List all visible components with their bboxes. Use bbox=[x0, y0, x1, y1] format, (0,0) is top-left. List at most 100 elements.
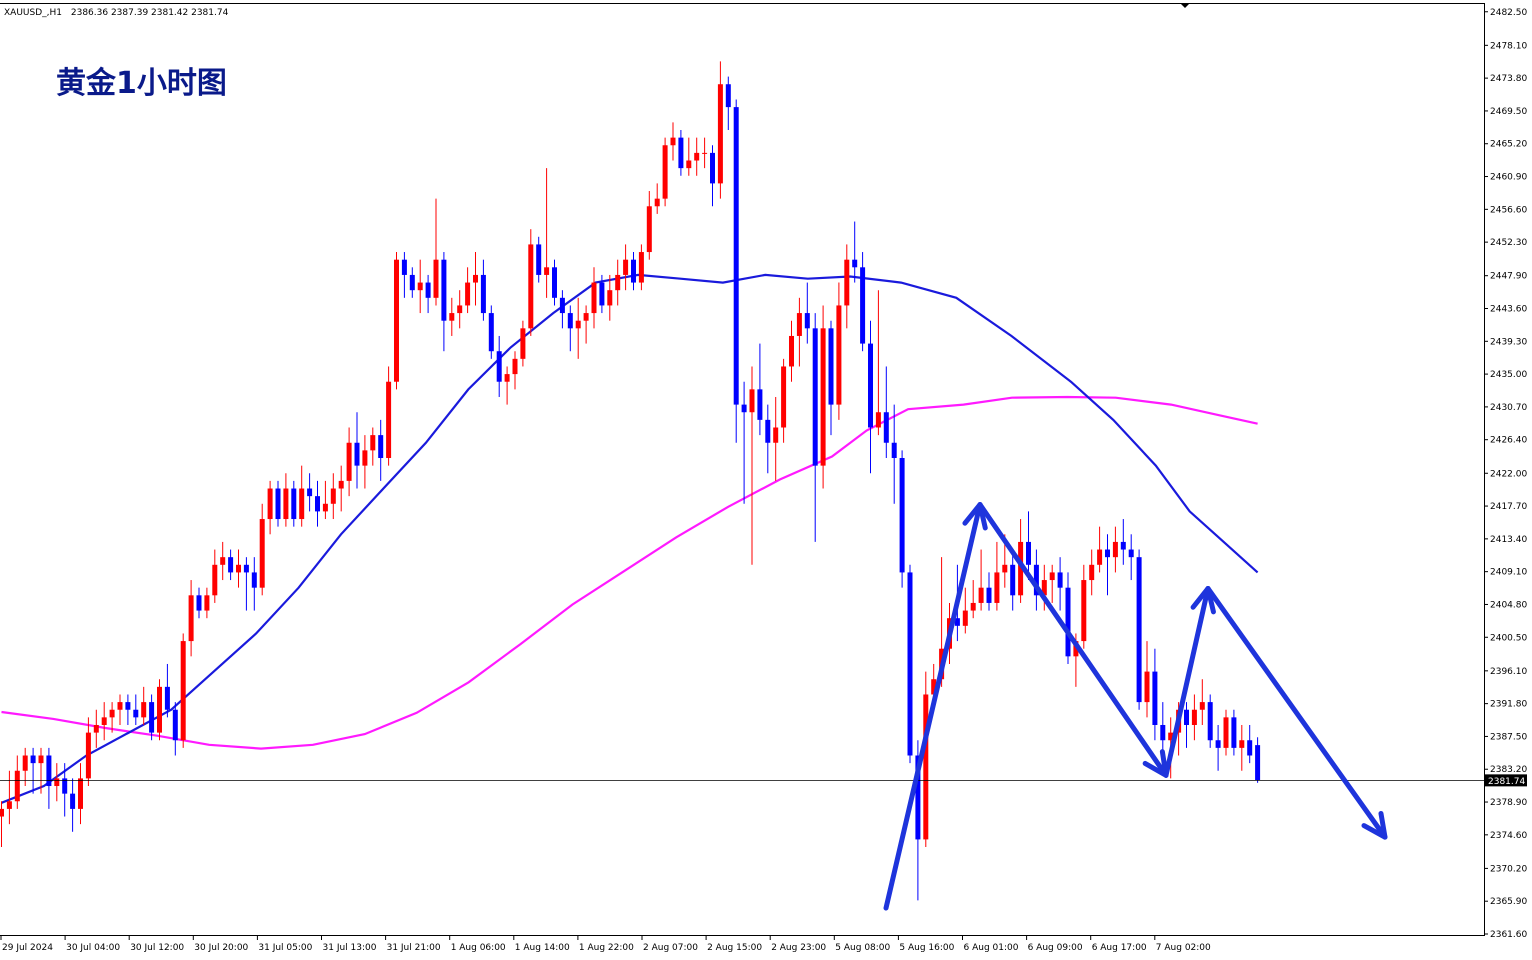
x-tick-label: 2 Aug 07:00 bbox=[643, 943, 698, 953]
x-tick-label: 30 Jul 04:00 bbox=[66, 943, 120, 953]
candle-body bbox=[212, 564, 218, 596]
candle-body bbox=[654, 198, 660, 207]
candle-body bbox=[646, 206, 652, 253]
candle-body bbox=[46, 755, 52, 787]
y-tick-label: 2435.00 bbox=[1490, 370, 1527, 380]
y-tick-label: 2396.10 bbox=[1490, 667, 1527, 677]
candle-body bbox=[1199, 702, 1205, 710]
y-tick-label: 2482.50 bbox=[1490, 8, 1527, 18]
candle-body bbox=[836, 305, 842, 405]
candle-body bbox=[1081, 580, 1087, 642]
candle-body bbox=[425, 282, 431, 298]
candle-body bbox=[994, 572, 1000, 603]
candle-body bbox=[283, 488, 289, 520]
candle-body bbox=[85, 732, 91, 779]
y-tick-label: 2473.80 bbox=[1490, 74, 1527, 84]
candle-body bbox=[615, 274, 621, 291]
y-tick-label: 2430.70 bbox=[1490, 403, 1527, 413]
candle-body bbox=[386, 381, 392, 459]
candle-body bbox=[141, 702, 147, 718]
candle-body bbox=[188, 595, 194, 642]
y-tick-label: 2413.40 bbox=[1490, 535, 1527, 545]
y-tick-label: 2460.90 bbox=[1490, 173, 1527, 183]
y-tick-label: 2443.60 bbox=[1490, 304, 1527, 314]
candle-body bbox=[1152, 671, 1158, 725]
candle bbox=[488, 305, 494, 359]
candle-body bbox=[480, 274, 486, 314]
y-tick-label: 2452.30 bbox=[1490, 238, 1527, 248]
x-tick-label: 30 Jul 12:00 bbox=[130, 943, 184, 953]
candle-body bbox=[733, 107, 739, 405]
candle-body bbox=[251, 572, 257, 588]
candle-body bbox=[1184, 709, 1189, 725]
candle-body bbox=[409, 274, 415, 291]
candle-body bbox=[512, 358, 518, 375]
candle-body bbox=[591, 282, 597, 314]
candle-body bbox=[204, 595, 210, 611]
x-tick-label: 2 Aug 15:00 bbox=[707, 943, 762, 953]
candle-body bbox=[623, 259, 629, 275]
candle-body bbox=[299, 488, 305, 520]
candle-body bbox=[1010, 564, 1016, 596]
candle-body bbox=[465, 282, 471, 306]
candle-body bbox=[1231, 717, 1237, 748]
candle-body bbox=[1097, 549, 1103, 565]
candle-body bbox=[133, 709, 139, 718]
candle-body bbox=[117, 702, 123, 710]
chart-title: 黄金1小时图 bbox=[56, 66, 227, 101]
candle-body bbox=[243, 564, 249, 573]
candle-body bbox=[710, 152, 715, 184]
candle-body bbox=[1002, 564, 1008, 573]
y-tick-label: 2478.10 bbox=[1490, 41, 1527, 51]
y-tick-label: 2370.20 bbox=[1490, 864, 1527, 874]
candle-body bbox=[702, 152, 708, 154]
candle bbox=[1136, 549, 1142, 710]
candle bbox=[907, 564, 913, 764]
candle bbox=[733, 99, 739, 443]
candle-body bbox=[180, 641, 186, 741]
candle-body bbox=[1223, 717, 1229, 748]
current-price-label: 2381.74 bbox=[1488, 777, 1525, 787]
candle-body bbox=[1089, 564, 1095, 581]
candle-body bbox=[1065, 587, 1071, 657]
candle-body bbox=[275, 488, 281, 520]
candle-body bbox=[749, 389, 755, 413]
candle-body bbox=[488, 313, 494, 352]
candle-body bbox=[496, 351, 502, 382]
candle-body bbox=[172, 709, 178, 741]
x-tick-label: 30 Jul 20:00 bbox=[194, 943, 248, 953]
candle-body bbox=[125, 702, 131, 710]
candle bbox=[528, 229, 534, 336]
candle-body bbox=[970, 602, 976, 611]
candle-body bbox=[38, 755, 44, 764]
candle-body bbox=[0, 808, 4, 817]
candle-body bbox=[338, 480, 344, 489]
candle-body bbox=[291, 488, 297, 520]
candle-body bbox=[520, 328, 526, 359]
candle-body bbox=[236, 564, 241, 573]
candle-body bbox=[30, 755, 36, 764]
candle-body bbox=[583, 313, 589, 321]
candle bbox=[820, 305, 826, 489]
candle-body bbox=[789, 335, 794, 367]
candle-body bbox=[907, 572, 913, 756]
candle-body bbox=[852, 259, 858, 268]
candle-body bbox=[1136, 557, 1142, 703]
candle-body bbox=[22, 755, 28, 771]
candle-body bbox=[765, 419, 771, 443]
candle-body bbox=[812, 328, 818, 466]
candle-body bbox=[346, 442, 352, 481]
x-tick-label: 5 Aug 08:00 bbox=[835, 943, 890, 953]
y-tick-label: 2378.90 bbox=[1490, 798, 1527, 808]
chart-background bbox=[0, 0, 1532, 960]
candle-body bbox=[354, 442, 360, 466]
candle-body bbox=[599, 282, 605, 306]
candle bbox=[899, 450, 905, 588]
y-tick-label: 2387.50 bbox=[1490, 732, 1527, 742]
candle-body bbox=[536, 244, 542, 275]
candle bbox=[180, 633, 186, 748]
y-tick-label: 2447.90 bbox=[1490, 272, 1527, 282]
y-tick-label: 2439.30 bbox=[1490, 337, 1527, 347]
candle-body bbox=[860, 267, 866, 344]
y-tick-label: 2469.50 bbox=[1490, 107, 1527, 117]
